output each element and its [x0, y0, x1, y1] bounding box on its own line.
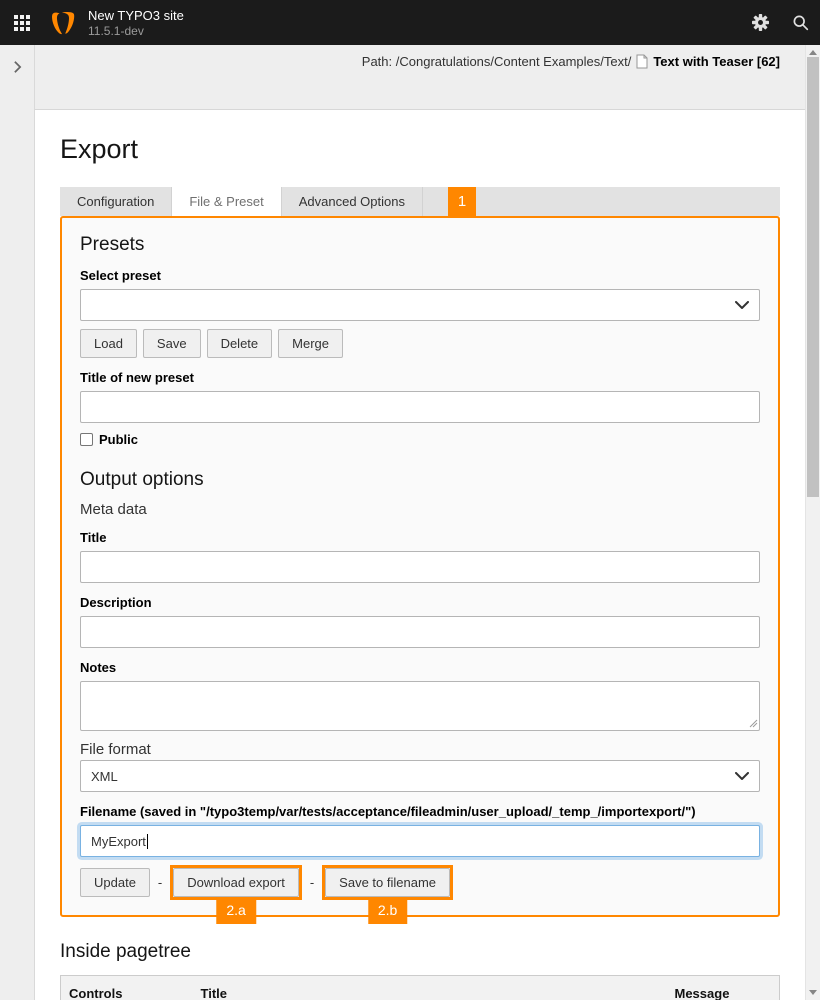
annotation-badge-2a: 2.a: [216, 897, 255, 924]
message-column-header: Message: [667, 976, 780, 1000]
export-actions: Update - Download export 2.a - Save to f…: [80, 865, 760, 900]
save-to-filename-button[interactable]: Save to filename: [325, 868, 450, 897]
separator-dash: -: [310, 875, 314, 890]
preset-select[interactable]: [80, 289, 760, 321]
public-checkbox[interactable]: [80, 433, 93, 446]
typo3-logo[interactable]: [50, 10, 76, 36]
collapsed-pagetree-strip: [0, 45, 35, 1000]
module-area: Path: /Congratulations/Content Examples/…: [35, 45, 805, 1000]
search-button[interactable]: [780, 0, 820, 45]
topbar: New TYPO3 site 11.5.1-dev: [0, 0, 820, 45]
merge-button[interactable]: Merge: [278, 329, 343, 358]
record-link[interactable]: Text with Teaser [62]: [636, 54, 780, 69]
tab-bar: Configuration File & Preset Advanced Opt…: [60, 187, 780, 216]
presets-heading: Presets: [80, 234, 760, 256]
inside-pagetree-heading: Inside pagetree: [60, 941, 780, 963]
controls-column-header: Controls: [61, 976, 193, 1000]
chevron-right-icon: [13, 60, 22, 74]
save-annotation-outline: Save to filename 2.b: [322, 865, 453, 900]
annotation-badge-1: 1: [448, 187, 476, 216]
output-options-heading: Output options: [80, 469, 760, 491]
delete-button[interactable]: Delete: [207, 329, 273, 358]
new-preset-title-input[interactable]: [80, 391, 760, 423]
tab-configuration[interactable]: Configuration: [60, 187, 172, 216]
search-icon: [792, 14, 809, 31]
filename-input[interactable]: MyExport: [80, 825, 760, 857]
select-preset-label: Select preset: [80, 268, 760, 283]
filename-value: MyExport: [91, 834, 146, 849]
record-title: Text with Teaser [62]: [653, 54, 780, 69]
apps-grid-icon: [14, 15, 30, 31]
module-menu-button[interactable]: [0, 0, 44, 45]
download-annotation-outline: Download export 2.a: [170, 865, 302, 900]
scroll-down-arrow-icon[interactable]: [809, 990, 817, 995]
update-button[interactable]: Update: [80, 868, 150, 897]
gear-icon: [752, 14, 769, 31]
user-settings-button[interactable]: [740, 0, 780, 45]
download-export-button[interactable]: Download export: [173, 868, 299, 897]
load-button[interactable]: Load: [80, 329, 137, 358]
notes-field-wrap: [80, 681, 760, 731]
new-preset-title-label: Title of new preset: [80, 370, 760, 385]
file-format-heading: File format: [80, 741, 760, 758]
docheader: Path: /Congratulations/Content Examples/…: [35, 45, 805, 110]
tab-file-preset[interactable]: File & Preset: [172, 187, 281, 216]
annotation-badge-2b: 2.b: [368, 897, 407, 924]
filename-label: Filename (saved in "/typo3temp/var/tests…: [80, 804, 760, 819]
table-header-row: Controls Title Message: [61, 976, 780, 1000]
notes-textarea[interactable]: [80, 681, 760, 731]
typo3-logo-icon: [50, 10, 76, 36]
file-preset-panel: Presets Select preset Load Save Delete M…: [60, 216, 780, 917]
preset-buttons: Load Save Delete Merge: [80, 329, 760, 358]
site-info: New TYPO3 site 11.5.1-dev: [88, 8, 184, 38]
page-document-icon: [636, 54, 648, 69]
separator-dash: -: [158, 875, 162, 890]
meta-data-heading: Meta data: [80, 501, 760, 518]
description-input[interactable]: [80, 616, 760, 648]
expand-navigation-button[interactable]: [7, 57, 27, 77]
breadcrumb: Path: /Congratulations/Content Examples/…: [362, 54, 780, 69]
scrollbar-thumb[interactable]: [807, 57, 819, 497]
title-column-header: Title: [193, 976, 667, 1000]
record-path: Path: /Congratulations/Content Examples/…: [362, 54, 632, 69]
pagetree-table: Controls Title Message: [60, 975, 780, 1000]
save-button[interactable]: Save: [143, 329, 201, 358]
page-title: Export: [60, 134, 780, 165]
file-format-value: XML: [91, 769, 118, 784]
site-title: New TYPO3 site: [88, 8, 184, 24]
chevron-down-icon: [735, 301, 749, 309]
module-body: Export Configuration File & Preset Advan…: [35, 110, 805, 1000]
public-checkbox-row: Public: [80, 432, 760, 447]
notes-label: Notes: [80, 660, 760, 675]
vertical-scrollbar[interactable]: [805, 45, 820, 1000]
description-label: Description: [80, 595, 760, 610]
typo3-version: 11.5.1-dev: [88, 24, 184, 38]
typo3-backend: New TYPO3 site 11.5.1-dev: [0, 0, 820, 1000]
scroll-up-arrow-icon[interactable]: [809, 50, 817, 55]
title-input[interactable]: [80, 551, 760, 583]
public-label: Public: [99, 432, 138, 447]
text-caret: [147, 834, 148, 849]
tab-advanced-options[interactable]: Advanced Options: [282, 187, 423, 216]
file-format-select[interactable]: XML: [80, 760, 760, 792]
chevron-down-icon: [735, 772, 749, 780]
title-label: Title: [80, 530, 760, 545]
workspace: Path: /Congratulations/Content Examples/…: [0, 45, 820, 1000]
